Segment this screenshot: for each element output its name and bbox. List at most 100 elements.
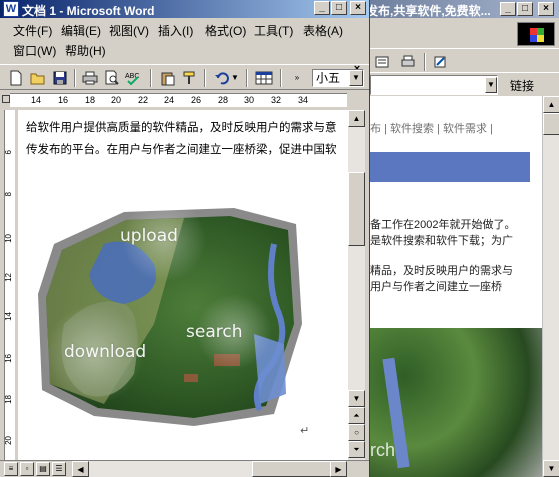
browser-toolbar [370, 48, 559, 72]
ruler-number: 14 [4, 312, 13, 321]
spellcheck-icon[interactable]: ABC [124, 68, 144, 88]
browser-address-bar: ▼ 链接 [370, 72, 559, 96]
scroll-down-icon[interactable]: ▼ [348, 390, 365, 407]
browser-close-button[interactable]: × [538, 2, 554, 16]
ruler-number: 16 [57, 95, 68, 105]
ruler-number: 20 [110, 95, 121, 105]
document-text-line[interactable]: 传发布的平台。在用户与作者之间建立一座桥梁，促进中国软 [26, 142, 337, 158]
scroll-up-icon[interactable]: ▲ [543, 96, 559, 113]
word-maximize-button[interactable]: □ [331, 1, 347, 15]
browser-nav-links[interactable]: 布 | 软件搜索 | 软件需求 | [370, 120, 493, 136]
ruler-number: 28 [217, 95, 228, 105]
save-icon[interactable] [50, 68, 70, 88]
menu-insert[interactable]: 插入(I) [155, 22, 196, 40]
browser-image-word: rch [370, 440, 396, 460]
chevron-down-icon[interactable]: ▼ [485, 77, 497, 93]
new-document-icon[interactable] [6, 68, 26, 88]
menu-edit[interactable]: 编辑(E) [58, 22, 104, 40]
scroll-right-icon[interactable]: ▶ [330, 461, 347, 477]
ruler-number: 16 [4, 354, 13, 363]
ruler-number: 26 [190, 95, 201, 105]
previous-page-icon[interactable]: ⏶ [348, 407, 365, 424]
word-app-icon[interactable]: W [3, 1, 19, 17]
ruler-number: 20 [4, 436, 13, 445]
scroll-left-icon[interactable]: ◀ [72, 461, 89, 477]
ruler-number: 6 [4, 150, 13, 155]
word-vertical-scrollbar[interactable]: ▲ ▼ ⏶ ○ ⏷ [348, 110, 365, 460]
windows-logo-icon [517, 22, 555, 46]
next-page-icon[interactable]: ⏷ [348, 441, 365, 458]
menu-view[interactable]: 视图(V) [106, 22, 152, 40]
document-text-line[interactable]: 给软件用户提供高质量的软件精品，及时反映用户的需求与意 [26, 120, 337, 136]
open-folder-icon[interactable] [28, 68, 48, 88]
ruler-number: 14 [30, 95, 41, 105]
browser-maximize-button[interactable]: □ [517, 2, 533, 16]
document-area[interactable]: 给软件用户提供高质量的软件精品，及时反映用户的需求与意 传发布的平台。在用户与作… [18, 110, 348, 460]
scroll-down-icon[interactable]: ▼ [543, 460, 559, 477]
browser-map-image: rch [370, 328, 542, 477]
ruler-number: 24 [163, 95, 174, 105]
scroll-thumb[interactable] [348, 172, 365, 246]
download-watermark: download [64, 342, 147, 362]
chevron-down-icon[interactable]: ▼ [349, 70, 363, 86]
browse-object-icon[interactable]: ○ [348, 424, 365, 441]
ruler-number: 10 [4, 234, 13, 243]
menu-help[interactable]: 帮助(H) [62, 42, 109, 60]
browser-banner [370, 152, 530, 182]
browser-page-content: 布 | 软件搜索 | 软件需求 | 备工作在2002年就开始做了。 是软件搜索和… [370, 96, 542, 477]
paragraph-mark: ↵ [300, 425, 310, 437]
word-minimize-button[interactable]: _ [314, 1, 330, 15]
word-window: 文档 1 - Microsoft Word W _ □ × 文件(F) 编辑(E… [0, 0, 370, 477]
ruler-number: 18 [84, 95, 95, 105]
links-button[interactable]: 链接 [510, 77, 534, 94]
web-view-icon[interactable]: ▫ [20, 462, 34, 476]
word-horizontal-scrollbar[interactable]: ≡ ▫ ▤ ☰ ◀ ▶ [0, 460, 369, 477]
print-layout-icon[interactable]: ▤ [36, 462, 50, 476]
outline-view-icon[interactable]: ☰ [52, 462, 66, 476]
browser-vertical-scrollbar[interactable]: ▲ ▼ [542, 96, 559, 477]
scroll-up-icon[interactable]: ▲ [348, 110, 365, 127]
menu-table[interactable]: 表格(A) [300, 22, 346, 40]
browser-paragraph-line: 是软件搜索和软件下载；为广 [370, 235, 513, 247]
ruler-number: 12 [4, 273, 13, 282]
print-icon[interactable] [80, 68, 100, 88]
normal-view-icon[interactable]: ≡ [4, 462, 18, 476]
ruler-number: 34 [297, 95, 308, 105]
menu-tools[interactable]: 工具(T) [251, 22, 296, 40]
ruler-number: 32 [270, 95, 281, 105]
standard-toolbar: ABC ▼ » 小五 ▼ [0, 64, 369, 90]
toolbar-more-icon[interactable]: » [288, 68, 306, 88]
horizontal-ruler[interactable]: 14 16 18 20 22 24 26 28 30 32 34 [0, 91, 369, 109]
print-icon[interactable] [398, 52, 418, 72]
word-title: 文档 1 - Microsoft Word [22, 4, 155, 18]
menu-format[interactable]: 格式(O) [202, 22, 249, 40]
upload-watermark: upload [120, 226, 178, 246]
browser-title: 发布,共享软件,免费软... [366, 4, 491, 18]
table-icon[interactable] [254, 68, 274, 88]
tab-selector[interactable] [2, 95, 10, 103]
browser-paragraph-line: 备工作在2002年就开始做了。 [370, 219, 516, 231]
history-icon[interactable] [372, 52, 392, 72]
ruler-number: 18 [4, 395, 13, 404]
format-painter-icon[interactable] [180, 68, 200, 88]
browser-paragraph-line: 用户与作者之间建立一座桥 [370, 281, 502, 293]
edit-icon[interactable] [430, 52, 450, 72]
vertical-ruler[interactable]: 6 8 10 12 14 16 18 20 [0, 110, 18, 460]
print-preview-icon[interactable] [102, 68, 122, 88]
font-size-value: 小五 [316, 71, 341, 85]
undo-icon[interactable] [212, 68, 232, 88]
menu-file[interactable]: 文件(F) [10, 22, 55, 40]
map-image[interactable]: upload search download [34, 198, 304, 434]
paste-icon[interactable] [158, 68, 178, 88]
menu-window[interactable]: 窗口(W) [10, 42, 59, 60]
font-size-select[interactable]: 小五 ▼ [312, 69, 364, 87]
address-input[interactable]: ▼ [370, 75, 498, 95]
browser-minimize-button[interactable]: _ [500, 2, 516, 16]
browser-paragraph-line: 精品，及时反映用户的需求与 [370, 265, 513, 277]
scroll-thumb[interactable] [543, 113, 559, 135]
search-watermark: search [186, 322, 243, 342]
ruler-number: 30 [243, 95, 254, 105]
menu-bar: 文件(F) 编辑(E) 视图(V) 插入(I) 格式(O) 工具(T) 表格(A… [0, 20, 369, 75]
undo-dropdown-icon[interactable]: ▼ [230, 68, 240, 88]
word-close-button[interactable]: × [350, 1, 366, 15]
